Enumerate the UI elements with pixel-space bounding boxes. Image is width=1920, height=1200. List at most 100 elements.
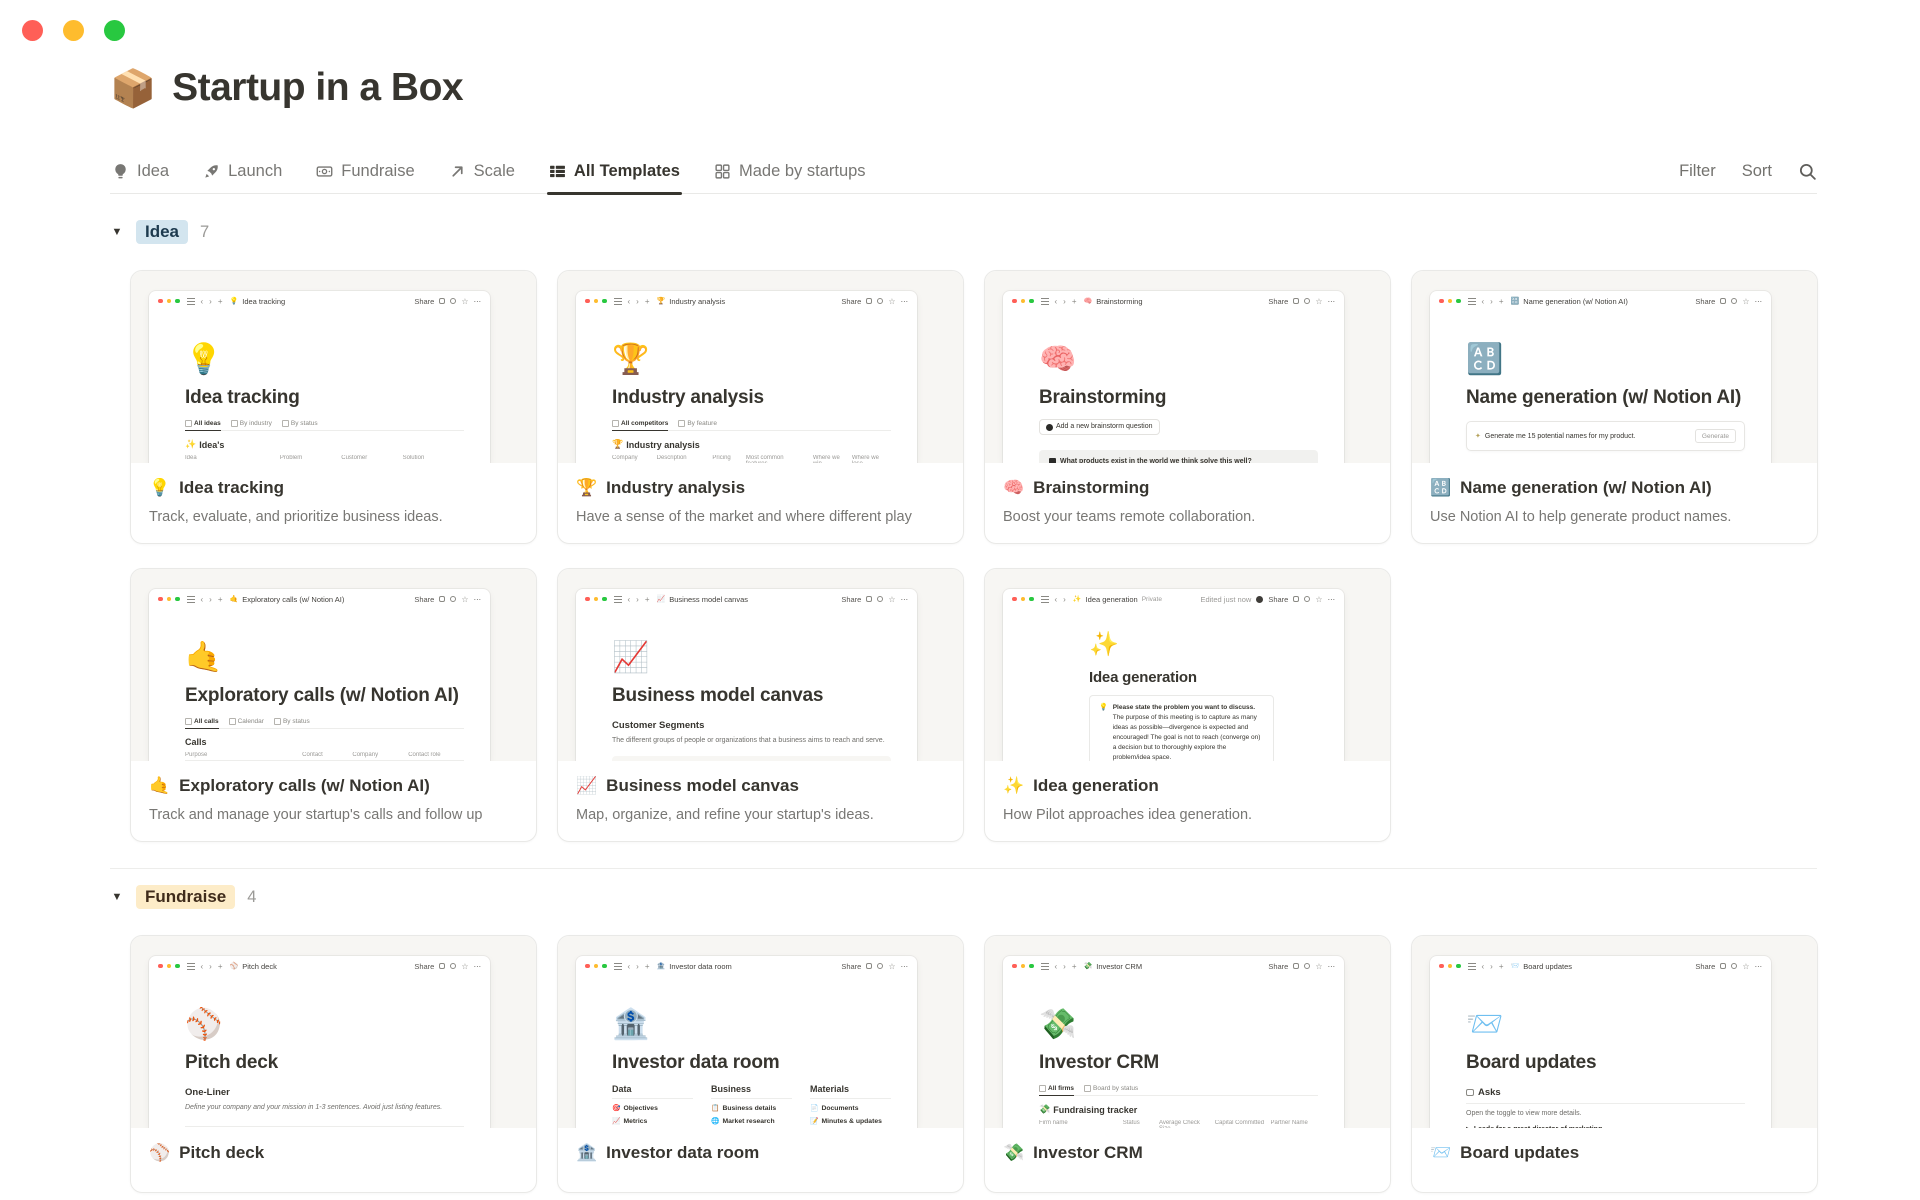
- main-content: 📦 Startup in a Box Idea Launch Fundraise…: [110, 0, 1818, 1193]
- card-caption: 🏦 Investor data room: [558, 1128, 963, 1192]
- search-icon: [1799, 163, 1816, 180]
- sparkles-emoji: ✨: [1089, 631, 1119, 658]
- section-header-fundraise: ▼ Fundraise 4: [110, 885, 1817, 909]
- grid-spacer: [1411, 568, 1818, 842]
- tab-made-by-startups[interactable]: Made by startups: [712, 150, 868, 194]
- lightbulb-emoji: 💡: [149, 478, 171, 497]
- card-description: Map, organize, and refine your startup's…: [576, 807, 874, 823]
- card-description: Boost your teams remote collaboration.: [1003, 509, 1256, 525]
- template-preview: ‹ › + 📨 Board updates Share ☆ ⋯ 📨 Board updat…: [1412, 936, 1817, 1128]
- collapse-triangle-icon[interactable]: ▼: [110, 891, 124, 903]
- money-with-wings-emoji: 💸: [1003, 1143, 1025, 1162]
- template-card-business-model-canvas[interactable]: ‹ › + 📈 Business model canvas Share ☆ ⋯ 📈 Bus…: [557, 568, 964, 842]
- card-caption: 💡 Idea tracking Track, evaluate, and prio…: [131, 463, 536, 543]
- card-description: How Pilot approaches idea generation.: [1003, 807, 1253, 823]
- template-card-name-generation[interactable]: ‹ › + 🔠 Name generation (w/ Notion AI) Shar…: [1411, 270, 1818, 544]
- template-card-investor-data-room[interactable]: ‹ › + 🏦 Investor data room Share ☆ ⋯ 🏦 Invest…: [557, 935, 964, 1193]
- tab-label: Made by startups: [738, 162, 866, 180]
- menu-icon: [613, 595, 622, 603]
- mini-titlebar: ‹ › + 💡 Idea tracking Share ☆ ⋯: [149, 291, 490, 311]
- menu-icon: [1467, 962, 1476, 970]
- template-card-pitch-deck[interactable]: ‹ › + ⚾ Pitch deck Share ☆ ⋯ ⚾ Pitch deck One…: [130, 935, 537, 1193]
- chart-emoji: 📈: [612, 1118, 621, 1125]
- abcd-emoji: 🔠: [1430, 478, 1452, 497]
- card-title: Investor data room: [606, 1143, 760, 1162]
- card-description: Track and manage your startup's calls an…: [149, 807, 483, 823]
- star-icon: ☆: [461, 296, 469, 306]
- brain-emoji: 🧠: [1039, 343, 1077, 376]
- mini-titlebar: ‹ › + 📈 Business model canvas Share ☆ ⋯: [576, 589, 917, 609]
- bank-emoji: 🏦: [576, 1143, 598, 1162]
- card-caption: 🔠 Name generation (w/ Notion AI) Use Noti…: [1412, 463, 1817, 543]
- search-button[interactable]: [1798, 162, 1817, 181]
- template-preview: ‹ › + 💸 Investor CRM Share ☆ ⋯ 💸 Investor CRM…: [985, 936, 1390, 1128]
- menu-icon: [1040, 962, 1049, 970]
- call-me-hand-emoji: 🤙: [149, 776, 171, 795]
- tab-scale[interactable]: Scale: [447, 150, 517, 194]
- bank-emoji: 🏦: [612, 1008, 650, 1041]
- section-badge[interactable]: Fundraise: [136, 885, 236, 909]
- section-count: 7: [200, 222, 210, 241]
- card-caption: 📨 Board updates: [1412, 1128, 1817, 1192]
- banknote-icon: [316, 166, 333, 177]
- avatar: [1256, 595, 1264, 603]
- template-card-board-updates[interactable]: ‹ › + 📨 Board updates Share ☆ ⋯ 📨 Board updat…: [1411, 935, 1818, 1193]
- globe-emoji: 🌐: [711, 1118, 720, 1125]
- template-grid-idea: ‹ › + 💡 Idea tracking Share ☆ ⋯ 💡 Idea tracki…: [130, 270, 1818, 842]
- menu-icon: [1467, 297, 1476, 305]
- table-rows-icon: [549, 165, 565, 178]
- template-preview: ‹ › + 📈 Business model canvas Share ☆ ⋯ 📈 Bus…: [558, 569, 963, 761]
- zoom-window-icon[interactable]: [104, 20, 125, 41]
- template-card-investor-crm[interactable]: ‹ › + 💸 Investor CRM Share ☆ ⋯ 💸 Investor CRM…: [984, 935, 1391, 1193]
- incoming-envelope-emoji: 📨: [1430, 1143, 1452, 1162]
- template-card-idea-tracking[interactable]: ‹ › + 💡 Idea tracking Share ☆ ⋯ 💡 Idea tracki…: [130, 270, 537, 544]
- collapse-triangle-icon[interactable]: ▼: [110, 226, 124, 238]
- tab-all-templates[interactable]: All Templates: [546, 150, 683, 195]
- card-caption: 🤙 Exploratory calls (w/ Notion AI) Track …: [131, 761, 536, 841]
- menu-icon: [1040, 297, 1049, 305]
- brain-emoji: 🧠: [1003, 478, 1025, 497]
- card-description: Use Notion AI to help generate product n…: [1430, 509, 1732, 525]
- tab-idea[interactable]: Idea: [110, 150, 171, 194]
- minimize-window-icon[interactable]: [63, 20, 84, 41]
- card-title: Exploratory calls (w/ Notion AI): [179, 776, 430, 795]
- template-card-idea-generation[interactable]: ‹ › ✨ Idea generation Private Edited just …: [984, 568, 1391, 842]
- template-card-industry-analysis[interactable]: ‹ › + 🏆 Industry analysis Share ☆ ⋯ 🏆 Industr…: [557, 270, 964, 544]
- card-title: Industry analysis: [606, 478, 746, 497]
- chart-increasing-emoji: 📈: [612, 641, 650, 674]
- menu-icon: [186, 962, 195, 970]
- trophy-emoji: 🏆: [612, 343, 650, 376]
- filter-button[interactable]: Filter: [1679, 162, 1716, 181]
- mini-titlebar: ‹ › + ⚾ Pitch deck Share ☆ ⋯: [149, 956, 490, 976]
- mini-titlebar: ‹ › + 💸 Investor CRM Share ☆ ⋯: [1003, 956, 1344, 976]
- tab-fundraise[interactable]: Fundraise: [314, 150, 416, 194]
- target-emoji: 🎯: [612, 1105, 621, 1112]
- template-preview: ‹ › + 🤙 Exploratory calls (w/ Notion AI) Sh…: [131, 569, 536, 761]
- mini-titlebar: ‹ › + 🏦 Investor data room Share ☆ ⋯: [576, 956, 917, 976]
- close-window-icon[interactable]: [22, 20, 43, 41]
- mini-button: Add a new brainstorm question: [1039, 419, 1160, 435]
- template-card-exploratory-calls[interactable]: ‹ › + 🤙 Exploratory calls (w/ Notion AI) Sh…: [130, 568, 537, 842]
- mini-titlebar: ‹ › + 🤙 Exploratory calls (w/ Notion AI) Sh…: [149, 589, 490, 609]
- comment-icon: [439, 298, 446, 304]
- template-preview: ‹ › + 🔠 Name generation (w/ Notion AI) Shar…: [1412, 271, 1817, 463]
- trophy-emoji: 🏆: [576, 478, 598, 497]
- template-card-brainstorming[interactable]: ‹ › + 🧠 Brainstorming Share ☆ ⋯ 🧠 Brainstormi…: [984, 270, 1391, 544]
- menu-icon: [186, 595, 195, 603]
- sort-button[interactable]: Sort: [1742, 162, 1772, 181]
- document-emoji: 📄: [810, 1105, 819, 1112]
- card-caption: 💸 Investor CRM: [985, 1128, 1390, 1192]
- card-description: Track, evaluate, and prioritize business…: [149, 509, 443, 525]
- section-badge[interactable]: Idea: [136, 220, 189, 244]
- card-title: Idea tracking: [179, 478, 285, 497]
- package-icon: 📦: [110, 67, 157, 109]
- menu-icon: [613, 297, 622, 305]
- tab-label: Fundraise: [341, 162, 415, 180]
- mini-titlebar: ‹ › ✨ Idea generation Private Edited just …: [1003, 589, 1344, 609]
- card-description: Have a sense of the market and where dif…: [576, 509, 912, 525]
- generate-button: Generate: [1694, 429, 1736, 443]
- tab-launch[interactable]: Launch: [201, 150, 284, 194]
- template-preview: ‹ › + 🏆 Industry analysis Share ☆ ⋯ 🏆 Industr…: [558, 271, 963, 463]
- template-preview: ‹ › ✨ Idea generation Private Edited just …: [985, 569, 1390, 761]
- grid-squares-icon: [715, 164, 730, 179]
